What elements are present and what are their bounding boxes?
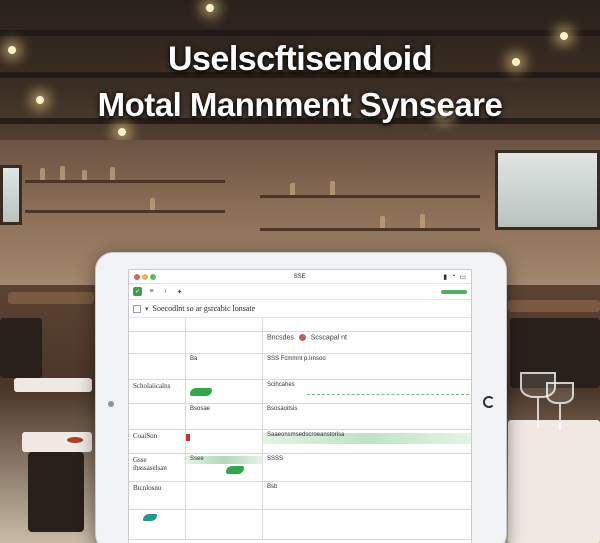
minimize-dot-icon[interactable] [142, 273, 148, 280]
table-row[interactable]: Bsosae Bsosaoitsis [129, 404, 471, 430]
table-cell: Saaeonsmsedscroeanstorisa [267, 432, 345, 438]
window-titlebar: SSE ▮ ◔ ▭ [129, 270, 471, 284]
headline-line-2: Motal Mannment Synseare [97, 86, 503, 123]
bottle [60, 166, 65, 180]
back-icon[interactable]: ‹ [161, 287, 170, 296]
table-cell: Gsse ihsssaselsan [133, 456, 167, 472]
battery-icon: ▭ [459, 273, 466, 281]
alert-icon [186, 434, 190, 441]
divider [307, 394, 469, 395]
shelf [260, 228, 480, 231]
table-cell: SSSS [267, 456, 284, 462]
table-cell: Scholaiicalns [133, 382, 171, 390]
wine-glass-stem [537, 398, 539, 428]
wine-glass [546, 382, 574, 404]
table-cell: Bsb [267, 484, 278, 490]
app-screen: SSE ▮ ◔ ▭ ✓ ≡ ‹ ✦ ▾ Soecodlnt so ar gsrc… [128, 269, 472, 543]
shelf [25, 210, 225, 213]
table-cell: Ba [190, 356, 198, 362]
pendant-light [560, 32, 568, 40]
ceiling [0, 0, 600, 160]
check-icon[interactable]: ✓ [133, 287, 142, 296]
table-row[interactable]: Ba SSS Fcmmnt p.Irnsoo [129, 354, 471, 380]
bottle [420, 214, 425, 228]
toolbar: ✓ ≡ ‹ ✦ [129, 284, 471, 300]
bottle [82, 170, 87, 180]
table-header-row: Bncsdes Scscapal nt [129, 332, 471, 354]
table-cell: Btcnlosnu [133, 484, 162, 492]
window [495, 150, 600, 230]
dining-table [508, 300, 600, 312]
close-dot-icon[interactable] [134, 273, 140, 280]
table-cell: SSS Fcmmnt p.Irnsoo [267, 356, 326, 362]
shelf [260, 195, 480, 198]
status-chip [143, 514, 157, 521]
window-controls [134, 273, 156, 280]
pendant-light [206, 4, 214, 12]
data-table: Bncsdes Scscapal nt Ba SSS Fcmmnt p.Irns… [129, 318, 471, 540]
table-row[interactable] [129, 318, 471, 332]
menu-icon[interactable]: ≡ [147, 287, 156, 296]
status-icons: ▮ ◔ ▭ [443, 273, 466, 281]
tablet-device: SSE ▮ ◔ ▭ ✓ ≡ ‹ ✦ ▾ Soecodlnt so ar gsrc… [95, 252, 507, 543]
table-cell: Scihcahes [267, 382, 295, 388]
avatar [298, 334, 306, 341]
table-cell: Bsosaoitsis [267, 406, 298, 412]
search-input[interactable]: Soecodlnt so ar gsrcabic lonsate [153, 304, 256, 313]
bottle [330, 181, 335, 195]
search-row[interactable]: ▾ Soecodlnt so ar gsrcabic lonsate [129, 300, 471, 318]
status-chip [226, 466, 244, 474]
power-button[interactable] [483, 396, 495, 408]
ceiling-beam [0, 30, 600, 36]
table-cell: Bsosae [190, 406, 211, 412]
dining-table [14, 378, 92, 392]
bottle [380, 216, 385, 228]
progress-bar [441, 289, 467, 294]
select-all-checkbox[interactable] [133, 304, 141, 313]
signal-icon: ▮ [443, 273, 448, 281]
wine-glass-stem [559, 404, 561, 430]
window-title: SSE [293, 273, 306, 280]
shelf [25, 180, 225, 183]
table-row[interactable]: Btcnlosnu Bsb [129, 482, 471, 510]
table-row[interactable]: Gsse ihsssaselsan Ssee SSSS [129, 454, 471, 482]
table-row[interactable] [129, 510, 471, 540]
status-chip [190, 388, 212, 396]
table-row[interactable]: CoaiSon Saaeonsmsedscroeanstorisa [129, 430, 471, 454]
bowl [64, 434, 86, 446]
bottle [150, 198, 155, 210]
bottle [290, 183, 295, 195]
table-cell: CoaiSon [133, 432, 158, 440]
chair [0, 318, 42, 378]
bottle [110, 167, 115, 180]
table-cell: Ssee [190, 456, 204, 462]
column-header: Bncsdes [267, 334, 294, 342]
column-header: Scscapal nt [310, 334, 347, 342]
pendant-light [118, 128, 126, 136]
star-icon[interactable]: ✦ [175, 287, 184, 296]
chair [28, 452, 84, 532]
window [0, 165, 22, 225]
table-row[interactable]: Scholaiicalns Scihcahes [129, 380, 471, 404]
wifi-icon: ◔ [451, 272, 456, 280]
chevron-down-icon[interactable]: ▾ [145, 305, 149, 313]
bottle [40, 168, 45, 180]
dining-table [8, 292, 94, 304]
headline-line-1: Uselscftisendoid [167, 40, 433, 78]
camera-dot [108, 401, 114, 407]
dining-table [508, 420, 600, 543]
